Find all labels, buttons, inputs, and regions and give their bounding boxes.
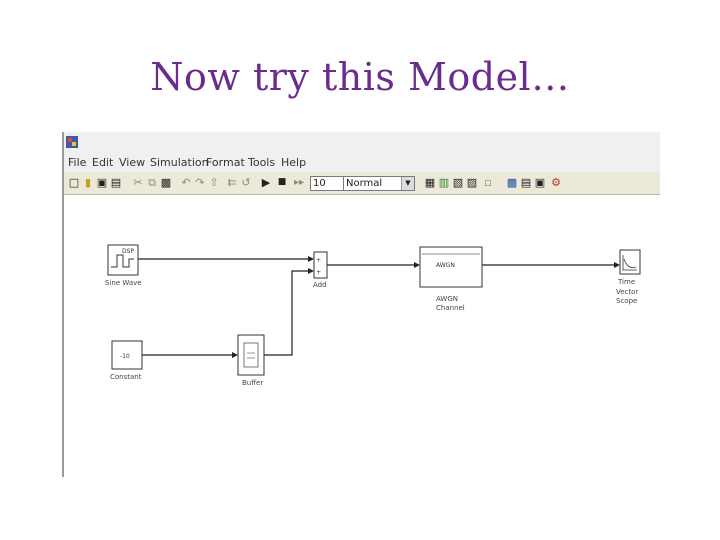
save-icon[interactable]: ▣ bbox=[96, 176, 108, 189]
sine-wave-text: DSP bbox=[122, 248, 134, 255]
update-diagram-icon[interactable]: ▥ bbox=[438, 176, 450, 189]
stop-time-field[interactable]: 10 bbox=[310, 176, 344, 191]
debug-icon[interactable]: ▫ bbox=[482, 176, 494, 189]
build-icon[interactable]: ▦ bbox=[424, 176, 436, 189]
model-explorer-icon[interactable]: ▤ bbox=[520, 176, 532, 189]
sine-wave-label: Sine Wave bbox=[105, 279, 142, 287]
arrow-head bbox=[614, 262, 620, 268]
toolbar: □ ▮ ▣ ▤ ✂ ⧉ ▩ ↶ ↷ ⇧ ⇇ ↺ ▶ ■ ▸▸ 10 Normal… bbox=[64, 172, 660, 195]
constant-text: -10 bbox=[120, 353, 130, 360]
arrow-head bbox=[414, 262, 420, 268]
stop-simulation-icon[interactable]: ■ bbox=[276, 176, 288, 189]
scope-text: Time bbox=[617, 278, 635, 286]
refresh-icon[interactable]: ↺ bbox=[240, 176, 252, 189]
buffer-label: Buffer bbox=[242, 379, 263, 387]
scope-label-1: Vector bbox=[616, 288, 638, 296]
menu-format[interactable]: Format bbox=[206, 156, 245, 169]
add-sign-1: + bbox=[316, 257, 321, 264]
copy-icon[interactable]: ⧉ bbox=[146, 176, 158, 189]
cut-icon[interactable]: ✂ bbox=[132, 176, 144, 189]
simulation-mode-value: Normal bbox=[346, 178, 383, 189]
undo-icon[interactable]: ↶ bbox=[180, 176, 192, 189]
fast-restart-icon[interactable]: ▸▸ bbox=[292, 176, 306, 189]
scope-label-2: Scope bbox=[616, 297, 637, 305]
print-icon[interactable]: ▤ bbox=[110, 176, 122, 189]
debugger-icon[interactable]: ▣ bbox=[534, 176, 546, 189]
sine-wave-block[interactable]: DSP Sine Wave bbox=[105, 244, 142, 287]
arrow-head bbox=[308, 256, 314, 262]
menu-view[interactable]: View bbox=[119, 156, 145, 169]
simulink-app-icon bbox=[66, 136, 78, 148]
library-browser-icon[interactable]: ▩ bbox=[506, 176, 518, 189]
simulink-window: File Edit View Simulation Format Tools H… bbox=[62, 132, 660, 477]
redo-icon[interactable]: ↷ bbox=[194, 176, 206, 189]
add-block[interactable]: + + Add bbox=[313, 251, 328, 289]
add-sign-2: + bbox=[316, 269, 321, 276]
go-to-parent-icon[interactable]: ⇇ bbox=[226, 176, 238, 189]
constant-block[interactable]: -10 Constant bbox=[110, 340, 143, 381]
menu-file[interactable]: File bbox=[68, 156, 86, 169]
navigate-parent-icon[interactable]: ⇧ bbox=[208, 176, 220, 189]
block-diagram: DSP Sine Wave + + Add AWGN AWGN Channel bbox=[105, 244, 641, 387]
menu-simulation[interactable]: Simulation bbox=[150, 156, 209, 169]
add-label: Add bbox=[313, 281, 327, 289]
gear-icon[interactable]: ⚙ bbox=[550, 176, 562, 189]
constant-label: Constant bbox=[110, 373, 142, 381]
menu-edit[interactable]: Edit bbox=[92, 156, 113, 169]
arrow-head bbox=[308, 268, 314, 274]
start-simulation-icon[interactable]: ▶ bbox=[260, 176, 272, 189]
new-model-icon[interactable]: □ bbox=[68, 176, 80, 189]
menu-help[interactable]: Help bbox=[281, 156, 306, 169]
model-canvas[interactable]: DSP Sine Wave + + Add AWGN AWGN Channel bbox=[64, 195, 660, 477]
wire-buffer-to-add[interactable] bbox=[264, 270, 308, 356]
simulation-mode-select[interactable]: Normal ▼ bbox=[343, 176, 415, 191]
incremental-build-icon[interactable]: ▨ bbox=[466, 176, 478, 189]
paste-icon[interactable]: ▩ bbox=[160, 176, 172, 189]
open-folder-icon[interactable]: ▮ bbox=[82, 176, 94, 189]
title-bar bbox=[64, 132, 660, 154]
arrow-head bbox=[232, 352, 238, 358]
awgn-label-1: AWGN bbox=[436, 295, 458, 303]
awgn-channel-block[interactable]: AWGN AWGN Channel bbox=[419, 246, 483, 312]
vector-scope-block[interactable]: Time Vector Scope bbox=[616, 249, 641, 305]
menu-bar: File Edit View Simulation Format Tools H… bbox=[64, 154, 660, 172]
menu-tools[interactable]: Tools bbox=[248, 156, 275, 169]
chevron-down-icon[interactable]: ▼ bbox=[401, 177, 414, 190]
slide-title: Now try this Model… bbox=[150, 55, 570, 99]
awgn-label-2: Channel bbox=[436, 304, 465, 312]
model-advisor-icon[interactable]: ▧ bbox=[452, 176, 464, 189]
awgn-text: AWGN bbox=[436, 262, 455, 269]
buffer-block[interactable]: Buffer bbox=[237, 334, 265, 387]
